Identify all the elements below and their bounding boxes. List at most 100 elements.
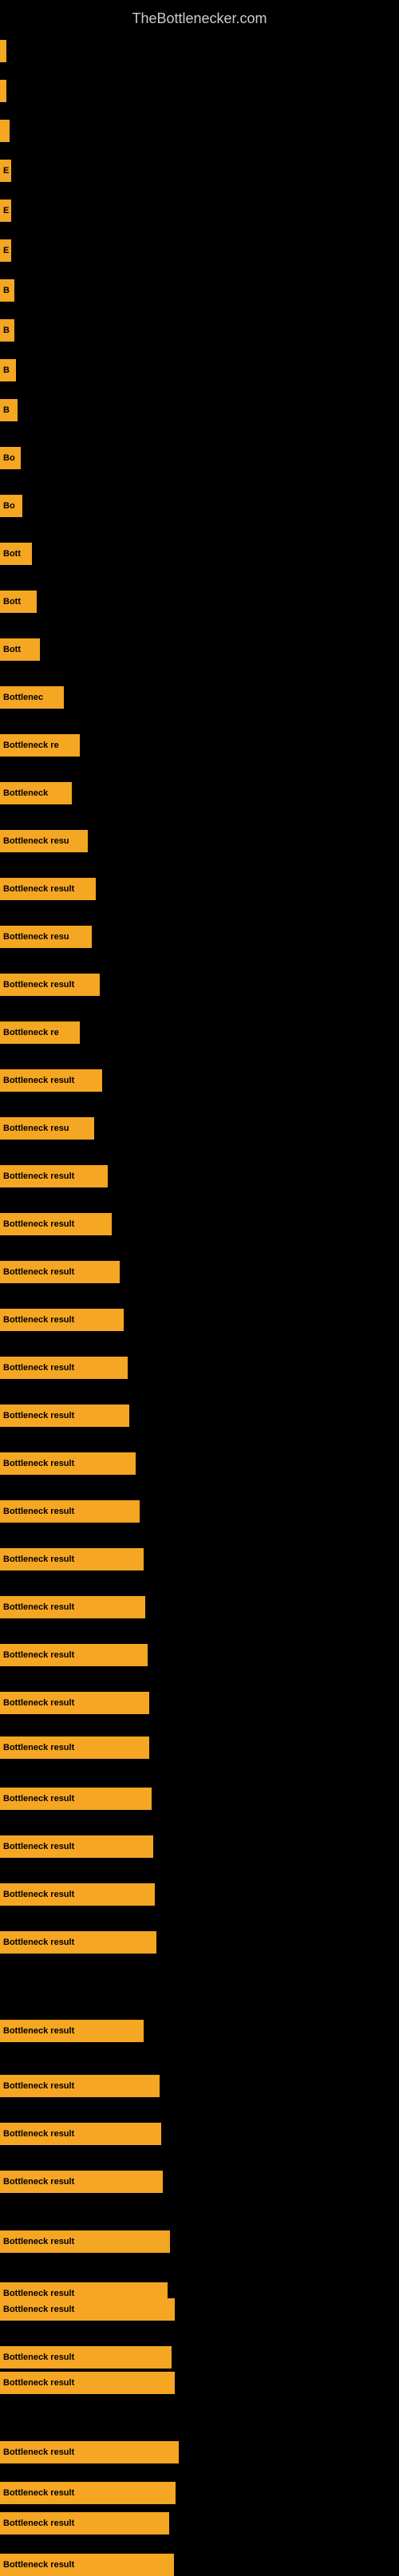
bar-label-text: B: [3, 286, 10, 295]
bar-fill: [0, 80, 6, 102]
bar-fill: Bottleneck: [0, 782, 72, 804]
bar-item: E: [0, 239, 11, 262]
bar-label-text: Bottlenec: [3, 693, 43, 702]
bar-label-text: Bottleneck re: [3, 741, 59, 750]
bar-label-text: Bottleneck result: [3, 2237, 74, 2246]
bar-fill: Bottleneck result: [0, 1069, 102, 1092]
bar-label-text: Bottleneck result: [3, 1794, 74, 1804]
bar-fill: Bo: [0, 447, 21, 469]
bar-item: Bottleneck result: [0, 1165, 108, 1187]
bar-item: Bottleneck result: [0, 2512, 169, 2535]
bar-label-text: Bottleneck result: [3, 2448, 74, 2457]
bar-label-text: Bottleneck result: [3, 1171, 74, 1181]
bar-label-text: Bottleneck result: [3, 1219, 74, 1229]
bar-item: Bottleneck result: [0, 1835, 153, 1858]
bar-label-text: Bottleneck result: [3, 2560, 74, 2570]
bar-fill: B: [0, 359, 16, 381]
bar-label-text: Bottleneck result: [3, 1507, 74, 1516]
bar-label-text: Bottleneck resu: [3, 1124, 69, 1133]
bar-item: Bott: [0, 638, 40, 661]
bar-fill: Bottleneck result: [0, 2372, 175, 2394]
bar-item: B: [0, 319, 14, 342]
bar-fill: Bottleneck result: [0, 2482, 176, 2504]
bar-fill: [0, 120, 10, 142]
bar-fill: Bottleneck resu: [0, 830, 88, 852]
bar-item: Bottlenec: [0, 686, 64, 709]
bar-label-text: Bottleneck result: [3, 2026, 74, 2036]
bar-fill: Bottleneck result: [0, 1548, 144, 1570]
bar-fill: Bott: [0, 543, 32, 565]
bar-fill: E: [0, 160, 11, 182]
bar-fill: Bottleneck result: [0, 2346, 172, 2369]
bar-item: Bottleneck result: [0, 2075, 160, 2097]
bar-item: Bottleneck result: [0, 1644, 148, 1666]
bar-item: E: [0, 200, 11, 222]
bar-fill: Bottleneck result: [0, 2020, 144, 2042]
bar-item: B: [0, 279, 14, 302]
bar-fill: Bottleneck result: [0, 2512, 169, 2535]
bar-item: Bottleneck result: [0, 1357, 128, 1379]
bar-label-text: Bottleneck result: [3, 2488, 74, 2498]
bar-fill: Bottleneck result: [0, 1835, 153, 1858]
bar-label-text: Bottleneck result: [3, 1842, 74, 1851]
bar-label-text: E: [3, 206, 9, 215]
bar-label-text: Bottleneck result: [3, 2081, 74, 2091]
bar-fill: Bottleneck result: [0, 878, 96, 900]
bar-item: Bottleneck result: [0, 974, 100, 996]
bar-item: Bottleneck result: [0, 2441, 179, 2463]
bar-label-text: Bottleneck result: [3, 1363, 74, 1373]
bar-fill: Bottleneck result: [0, 1736, 149, 1759]
bar-item: Bottleneck resu: [0, 1117, 94, 1140]
bar-fill: Bottleneck result: [0, 1261, 120, 1283]
bar-fill: B: [0, 279, 14, 302]
bar-item: Bottleneck result: [0, 1596, 145, 1618]
bar-item: Bottleneck result: [0, 1261, 120, 1283]
bar-fill: Bottleneck re: [0, 734, 80, 757]
bar-item: Bottleneck resu: [0, 926, 92, 948]
bar-item: Bottleneck result: [0, 1692, 149, 1714]
bar-label-text: Bottleneck result: [3, 1698, 74, 1708]
bar-fill: Bottleneck result: [0, 2123, 161, 2145]
bar-label-text: Bottleneck result: [3, 2378, 74, 2388]
bar-label-text: E: [3, 246, 9, 255]
bar-fill: B: [0, 319, 14, 342]
bar-label-text: E: [3, 166, 9, 176]
bar-label-text: Bottleneck result: [3, 1267, 74, 1277]
bar-label-text: Bottleneck result: [3, 1602, 74, 1612]
bar-label-text: Bottleneck result: [3, 1315, 74, 1325]
bar-item: Bottleneck result: [0, 1548, 144, 1570]
bar-item: [0, 80, 6, 102]
bar-item: Bottleneck result: [0, 1069, 102, 1092]
bar-label-text: Bottleneck result: [3, 2289, 74, 2298]
bar-fill: Bottleneck result: [0, 1883, 155, 1906]
bar-label-text: Bottleneck result: [3, 2353, 74, 2362]
bar-fill: Bottleneck result: [0, 2298, 175, 2321]
bar-label-text: Bottleneck resu: [3, 932, 69, 942]
bar-item: E: [0, 160, 11, 182]
bar-fill: Bottleneck resu: [0, 1117, 94, 1140]
bar-fill: Bottleneck result: [0, 1357, 128, 1379]
bar-item: Bottleneck result: [0, 1931, 156, 1954]
bar-fill: Bo: [0, 495, 22, 517]
bar-fill: Bottlenec: [0, 686, 64, 709]
bar-fill: [0, 40, 6, 62]
bar-label-text: Bottleneck re: [3, 1028, 59, 1037]
bar-fill: Bottleneck result: [0, 1405, 129, 1427]
bar-item: Bottleneck result: [0, 1500, 140, 1523]
bar-fill: Bottleneck result: [0, 1692, 149, 1714]
bar-fill: Bottleneck result: [0, 1165, 108, 1187]
bar-item: Bottleneck result: [0, 1883, 155, 1906]
bar-fill: Bottleneck result: [0, 1596, 145, 1618]
bar-label-text: B: [3, 326, 10, 335]
site-title: TheBottlenecker.com: [0, 4, 399, 34]
bar-label-text: Bott: [3, 645, 21, 654]
bar-item: [0, 120, 10, 142]
bar-item: Bottleneck re: [0, 1021, 80, 1044]
bar-item: Bottleneck result: [0, 2230, 170, 2253]
bar-item: Bottleneck: [0, 782, 72, 804]
bar-item: Bottleneck result: [0, 1309, 124, 1331]
bar-item: Bottleneck result: [0, 2298, 175, 2321]
bar-item: Bottleneck result: [0, 2123, 161, 2145]
bar-label-text: Bottleneck result: [3, 2177, 74, 2187]
bar-fill: Bottleneck result: [0, 1788, 152, 1810]
